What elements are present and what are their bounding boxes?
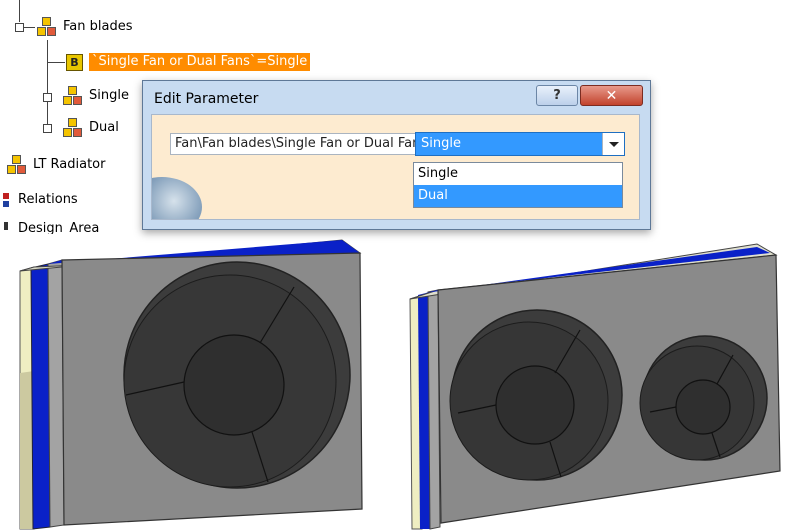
close-button[interactable]: ✕: [580, 85, 643, 106]
product-icon: [63, 118, 83, 138]
value-dropdown-list: Single Dual: [413, 162, 623, 208]
design-area-icon: [2, 220, 12, 234]
parameter-icon: B: [64, 51, 86, 73]
tree-item-label: Relations: [18, 192, 78, 207]
help-button[interactable]: ?: [536, 85, 578, 106]
tree-item-label: Single: [89, 88, 129, 103]
product-icon: [37, 17, 57, 37]
tree-item-label: LT Radiator: [33, 157, 106, 172]
tree-item-label: `Single Fan or Dual Fans`=Single: [89, 53, 311, 71]
tree-connector: [47, 40, 48, 128]
radiator-single-fan[interactable]: [19, 239, 363, 530]
combobox-value: Single: [421, 136, 461, 151]
tree-item-fan-blades[interactable]: Fan blades: [37, 16, 135, 38]
product-icon: [7, 155, 27, 175]
tree-item-label: Fan blades: [63, 19, 133, 34]
tree-item-lt-radiator[interactable]: LT Radiator: [7, 154, 108, 176]
radiator-dual-fan[interactable]: [409, 243, 781, 530]
cad-workspace: Fan blades B `Single Fan or Dual Fans`=S…: [0, 0, 789, 532]
expand-icon[interactable]: [43, 93, 52, 102]
dialog-title: Edit Parameter: [154, 91, 259, 107]
tree-item-relations[interactable]: Relations: [2, 189, 81, 211]
model-viewport: [19, 239, 781, 530]
dropdown-option-dual[interactable]: Dual: [414, 185, 622, 207]
tree-item-dual[interactable]: Dual: [63, 117, 122, 139]
parameter-path-field: Fan\Fan blades\Single Fan or Dual Fans: [170, 133, 416, 155]
value-combobox[interactable]: Single: [415, 132, 625, 156]
tree-connector: [47, 62, 65, 63]
relations-icon: [2, 190, 12, 210]
tree-item-parameter[interactable]: B `Single Fan or Dual Fans`=Single: [64, 51, 311, 73]
tree-item-label: Dual: [89, 120, 119, 135]
dialog-titlebar[interactable]: Edit Parameter ? ✕: [143, 81, 650, 113]
decorative-globe: [152, 177, 202, 219]
dropdown-option-single[interactable]: Single: [414, 163, 622, 185]
expand-icon[interactable]: [15, 23, 24, 32]
tree-item-single[interactable]: Single: [63, 85, 132, 107]
tree-item-label: Design_Area: [18, 221, 100, 234]
tree-item-design-area[interactable]: Design_Area: [2, 220, 102, 234]
product-icon: [63, 86, 83, 106]
chevron-down-icon[interactable]: [602, 133, 624, 155]
expand-icon[interactable]: [43, 124, 52, 133]
tree-connector: [19, 0, 20, 22]
